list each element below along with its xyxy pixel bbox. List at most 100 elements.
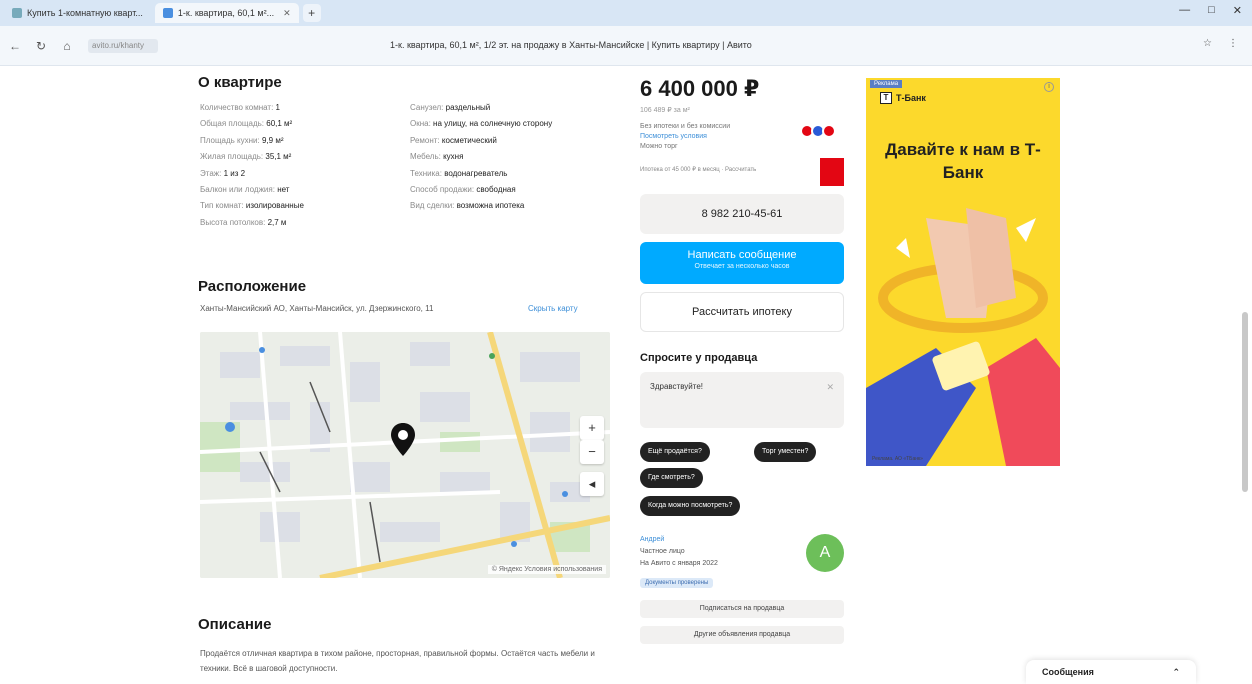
mortgage-line[interactable]: Ипотека от 45 000 ₽ в месяц · Рассчитать <box>640 166 756 173</box>
param-key: Тип комнат: <box>200 201 244 211</box>
price-conditions-link[interactable]: Посмотреть условия <box>640 132 805 142</box>
location-title: Расположение <box>198 278 307 295</box>
subscribe-seller-button[interactable]: Подписаться на продавца <box>640 600 844 618</box>
ad-tag: Реклама <box>870 80 903 88</box>
param-row: Жилая площадь: 35,1 м² <box>200 149 380 165</box>
toggle-map-link[interactable]: Скрыть карту <box>528 304 578 313</box>
map-zoom-in-button[interactable]: + <box>580 416 604 440</box>
price-info: Без ипотеки и без комиссии Посмотреть ус… <box>640 122 805 152</box>
bookmark-icon[interactable]: ☆ <box>1203 38 1212 49</box>
param-value: на улицу, на солнечную сторону <box>433 119 553 129</box>
map[interactable]: + − ◂ © Яндекс Условия использования <box>200 332 610 578</box>
minimize-button[interactable]: — <box>1179 4 1190 17</box>
write-message-sublabel: Отвечает за несколько часов <box>694 263 790 270</box>
messages-widget[interactable]: Сообщения ⌃ <box>1026 660 1196 684</box>
param-key: Вид сделки: <box>410 201 455 211</box>
ask-seller-title: Спросите у продавца <box>640 352 758 364</box>
calculate-mortgage-button[interactable]: Рассчитать ипотеку <box>640 292 844 332</box>
description-text: Продаётся отличная квартира в тихом райо… <box>200 649 595 673</box>
param-row: Способ продажи: свободная <box>410 182 620 198</box>
map-locate-button[interactable]: ◂ <box>580 472 604 496</box>
home-icon[interactable]: ⌂ <box>56 39 78 53</box>
quick-question-chip[interactable]: Торг уместен? <box>754 442 817 462</box>
tab-label: 1-к. квартира, 60,1 м²... <box>177 8 275 18</box>
param-value: водонагреватель <box>444 168 508 178</box>
browser-tab-active[interactable]: 1-к. квартира, 60,1 м²... ✕ <box>154 3 299 23</box>
param-key: Способ продажи: <box>410 185 475 195</box>
bank-logo-icon <box>820 158 844 186</box>
tab-favicon-icon <box>162 8 173 18</box>
param-value: свободная <box>476 185 516 195</box>
price-per-meter: 106 489 ₽ за м² <box>640 107 690 114</box>
tab-close-icon[interactable]: ✕ <box>283 8 291 19</box>
params-right-column: Санузел: раздельный Окна: на улицу, на со… <box>410 100 620 231</box>
param-key: Балкон или лоджия: <box>200 185 275 195</box>
param-value: 60,1 м² <box>266 119 293 129</box>
high-five-illustration-icon <box>866 208 1060 466</box>
param-value: 9,9 м² <box>261 135 284 145</box>
ad-footer: Реклама. АО «ТБанк» <box>872 456 923 462</box>
description-title: Описание <box>198 616 272 633</box>
chevron-up-icon[interactable]: ⌃ <box>1172 667 1180 678</box>
tab-label: Купить 1-комнатную кварт... <box>27 8 143 18</box>
param-value: косметический <box>441 135 497 145</box>
param-key: Площадь кухни: <box>200 135 260 145</box>
param-row: Площадь кухни: 9,9 м² <box>200 133 380 149</box>
show-phone-button[interactable]: 8 982 210-45-61 <box>640 194 844 234</box>
tbank-shield-icon: T <box>880 92 892 104</box>
param-value: 2,7 м <box>267 217 287 227</box>
param-value: возможна ипотека <box>456 201 525 211</box>
back-icon[interactable]: ← <box>4 39 26 53</box>
tab-favicon-icon <box>12 8 22 18</box>
page-title-in-address: 1-к. квартира, 60,1 м², 1/2 эт. на прода… <box>390 40 752 50</box>
new-tab-button[interactable]: + <box>302 4 321 22</box>
param-value: 1 из 2 <box>223 168 246 178</box>
write-message-button[interactable]: Написать сообщение Отвечает за несколько… <box>640 242 844 284</box>
quick-question-chip[interactable]: Ещё продаётся? <box>640 442 710 462</box>
param-row: Мебель: кухня <box>410 149 620 165</box>
window-controls: — □ ✕ <box>1179 4 1242 17</box>
seller-since: На Авито с января 2022 <box>640 560 718 567</box>
about-title: О квартире <box>198 74 282 91</box>
browser-tab-bar: Купить 1-комнатную кварт... 1-к. квартир… <box>0 0 1252 26</box>
close-window-button[interactable]: ✕ <box>1233 4 1242 17</box>
param-value: 35,1 м² <box>265 152 292 162</box>
param-key: Техника: <box>410 168 442 178</box>
param-row: Техника: водонагреватель <box>410 166 620 182</box>
param-key: Жилая площадь: <box>200 152 264 162</box>
ask-seller-text: Здравствуйте! <box>650 382 704 391</box>
map-pin-icon <box>391 423 415 456</box>
param-row: Окна: на улицу, на солнечную сторону <box>410 116 620 132</box>
param-row: Общая площадь: 60,1 м² <box>200 116 380 132</box>
ad-headline: Давайте к нам в Т-Банк <box>885 140 1041 182</box>
browser-tab[interactable]: Купить 1-комнатную кварт... <box>4 3 151 23</box>
quick-question-chip[interactable]: Где смотреть? <box>640 468 703 488</box>
maximize-button[interactable]: □ <box>1208 4 1215 17</box>
param-key: Общая площадь: <box>200 119 265 129</box>
map-copyright[interactable]: © Яндекс Условия использования <box>487 565 606 574</box>
clear-icon[interactable]: ✕ <box>826 382 834 393</box>
params-left-column: Количество комнат: 1 Общая площадь: 60,1 … <box>200 100 380 231</box>
param-row: Количество комнат: 1 <box>200 100 380 116</box>
ask-seller-input[interactable]: Здравствуйте! ✕ <box>640 372 844 428</box>
ad-info-icon[interactable]: i <box>1044 82 1054 92</box>
map-zoom-out-button[interactable]: − <box>580 440 604 464</box>
page-scrollbar[interactable] <box>1242 312 1248 492</box>
param-key: Ремонт: <box>410 135 440 145</box>
address-bar: ← ↻ ⌂ avito.ru/khanty 1-к. квартира, 60,… <box>0 26 1252 66</box>
param-row: Санузел: раздельный <box>410 100 620 116</box>
param-key: Мебель: <box>410 152 441 162</box>
other-ads-button[interactable]: Другие объявления продавца <box>640 626 844 644</box>
param-value: нет <box>277 185 290 195</box>
param-value: 1 <box>275 103 280 112</box>
page-content: О квартире Количество комнат: 1 Общая пло… <box>0 66 1252 684</box>
seller-avatar[interactable]: А <box>806 534 844 572</box>
param-value: изолированные <box>245 201 304 211</box>
refresh-icon[interactable]: ↻ <box>30 39 52 53</box>
quick-question-chip[interactable]: Когда можно посмотреть? <box>640 496 741 516</box>
messages-label: Сообщения <box>1042 667 1094 677</box>
menu-icon[interactable]: ⋮ <box>1228 38 1238 49</box>
advertisement-banner[interactable]: Реклама i T Т-Банк Давайте к нам в Т-Бан… <box>866 78 1060 466</box>
seller-name-link[interactable]: Андрей <box>640 536 664 543</box>
url-input[interactable]: avito.ru/khanty <box>88 38 158 53</box>
